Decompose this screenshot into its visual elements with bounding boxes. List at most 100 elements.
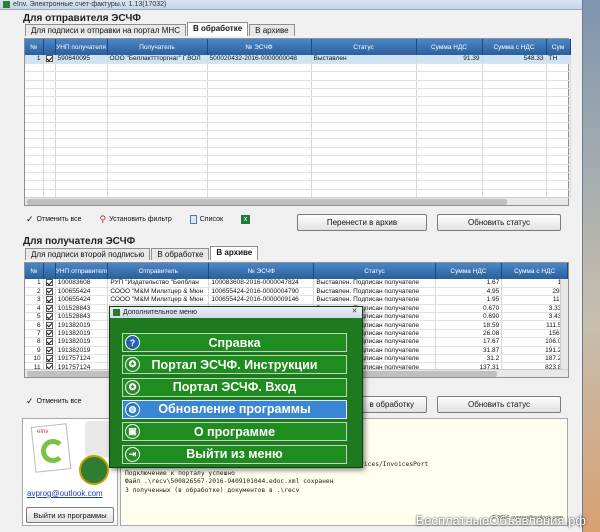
sender-refresh-status-button[interactable]: Обновить статус (437, 214, 561, 231)
checkbox[interactable] (45, 296, 53, 304)
checkbox[interactable] (45, 355, 53, 362)
empty-cell[interactable] (43, 80, 56, 90)
sender-column-header[interactable]: № (25, 39, 44, 55)
table-row[interactable] (25, 96, 571, 106)
sender-column-header[interactable]: УНП получателя (55, 39, 108, 55)
receiver-vertical-scrollbar[interactable] (560, 279, 568, 369)
sender-column-header[interactable]: № ЭСЧФ (207, 39, 312, 55)
row-checkbox[interactable] (43, 346, 56, 356)
email-link[interactable]: avprog@outlook.com (27, 489, 103, 498)
sender-column-header[interactable] (43, 39, 56, 55)
table-row[interactable] (25, 105, 571, 115)
empty-cell[interactable] (43, 130, 56, 140)
table-row[interactable] (25, 88, 571, 98)
table-row[interactable] (25, 138, 571, 148)
menu-item-2[interactable]: ✪ Портал ЭСЧФ. Вход (122, 377, 347, 397)
table-row[interactable]: 1 590640095 ООО "Беллакттторгнаг" Г.ВОЛ 500… (25, 55, 571, 64)
sender-list[interactable]: Список (189, 215, 223, 224)
empty-cell[interactable] (43, 96, 56, 106)
tab-receiver-archive[interactable]: В архиве (210, 246, 259, 260)
menu-item-3[interactable]: ◍ Обновление программы (122, 399, 347, 419)
empty-cell[interactable] (43, 71, 56, 81)
table-row[interactable] (25, 113, 571, 123)
sender-column-header[interactable]: Статус (311, 39, 417, 55)
receiver-column-header[interactable]: Сумма НДС (435, 263, 503, 279)
checkbox[interactable] (45, 321, 53, 329)
row-checkbox[interactable] (43, 55, 56, 64)
row-checkbox[interactable] (43, 304, 56, 314)
receiver-column-header[interactable]: № ЭСЧФ (208, 263, 315, 279)
receiver-column-header[interactable]: УНП отправителя (55, 263, 109, 279)
menu-item-1[interactable]: ✪ Портал ЭСЧФ. Инструкции (122, 355, 347, 375)
menu-item-4[interactable]: ▣ О программе (122, 422, 347, 442)
table-row[interactable] (25, 147, 571, 157)
empty-cell (207, 122, 312, 132)
receiver-column-header[interactable]: Сумма с НДС (501, 263, 568, 279)
exit-program-button[interactable]: Выйти из программы (26, 507, 114, 523)
menu-item-0[interactable]: ? Справка (122, 333, 347, 352)
empty-cell[interactable] (43, 88, 56, 98)
row-checkbox[interactable] (43, 279, 56, 288)
receiver-column-header[interactable]: № (25, 263, 44, 279)
checkbox[interactable] (45, 279, 53, 287)
receiver-column-header[interactable]: Отправитель (107, 263, 210, 279)
table-row[interactable] (25, 80, 571, 90)
table-row[interactable]: 3 100655424 СООО "М&М Милитцер & Мюн 100655… (25, 295, 568, 305)
table-row[interactable] (25, 155, 571, 165)
table-row[interactable] (25, 122, 571, 132)
tab-sender-archive[interactable]: В архиве (249, 24, 295, 36)
table-row[interactable]: 2 100655424 СООО "М&М Милитцер & Мюн 100655… (25, 287, 568, 297)
empty-cell[interactable] (43, 164, 56, 173)
row-checkbox[interactable] (43, 295, 56, 305)
row-checkbox[interactable] (43, 287, 56, 297)
sender-horizontal-scrollbar[interactable] (25, 197, 568, 205)
sender-unmark-all[interactable]: ✓ Отменить все (26, 214, 82, 225)
table-row[interactable] (25, 63, 571, 73)
checkbox[interactable] (45, 287, 53, 295)
row-checkbox[interactable] (43, 320, 56, 330)
receiver-column-header[interactable] (43, 263, 56, 279)
table-row[interactable] (25, 172, 571, 182)
table-row[interactable] (25, 180, 571, 190)
excel-export[interactable]: x (241, 215, 251, 224)
checkbox[interactable] (45, 304, 53, 312)
sender-column-header[interactable]: Сум (546, 39, 571, 55)
empty-cell[interactable] (43, 138, 56, 148)
sender-column-header[interactable]: Сумма НДС (416, 39, 483, 55)
checkbox[interactable] (45, 313, 53, 320)
empty-cell[interactable] (43, 180, 56, 190)
sender-set-filter[interactable]: ⚲ Установить фильтр (100, 214, 172, 225)
menu-item-5[interactable]: ⇥ Выйти из меню (122, 444, 347, 464)
tab-receiver-processing[interactable]: В обработке (151, 248, 210, 260)
receiver-unmark-all[interactable]: ✓ Отменить все (26, 396, 82, 407)
empty-cell[interactable] (43, 113, 56, 123)
sender-column-header[interactable]: Сумма с НДС (482, 39, 547, 55)
row-checkbox[interactable] (43, 329, 56, 339)
row-checkbox[interactable] (43, 337, 56, 347)
table-row[interactable]: 1 100083608 РУП "Издательство "Белблан 1000… (25, 279, 568, 288)
empty-cell[interactable] (43, 147, 56, 157)
table-row[interactable] (25, 130, 571, 140)
empty-cell[interactable] (43, 105, 56, 115)
table-row[interactable] (25, 71, 571, 81)
tab-sender-processing[interactable]: В обработке (186, 22, 249, 36)
empty-cell[interactable] (43, 172, 56, 182)
tab-receiver-to-sign[interactable]: Для подписи второй подписью (25, 248, 151, 260)
checkbox[interactable] (45, 55, 53, 63)
receiver-column-header[interactable]: Статус (313, 263, 436, 279)
checkbox[interactable] (45, 338, 53, 346)
row-checkbox[interactable] (43, 354, 56, 364)
checkbox[interactable] (45, 346, 53, 354)
empty-cell (207, 164, 312, 173)
sender-move-to-archive-button[interactable]: Перенести в архив (297, 214, 427, 231)
row-checkbox[interactable] (43, 312, 56, 322)
sender-column-header[interactable]: Получатель (107, 39, 208, 55)
table-row[interactable] (25, 164, 571, 173)
empty-cell[interactable] (43, 155, 56, 165)
tab-sender-to-sign[interactable]: Для подписи и отправки на портал МНС (25, 24, 186, 36)
empty-cell[interactable] (43, 122, 56, 132)
empty-cell[interactable] (43, 63, 56, 73)
checkbox[interactable] (45, 329, 53, 337)
close-icon[interactable]: ✕ (350, 308, 359, 317)
receiver-refresh-status-button[interactable]: Обновить статус (437, 396, 561, 413)
